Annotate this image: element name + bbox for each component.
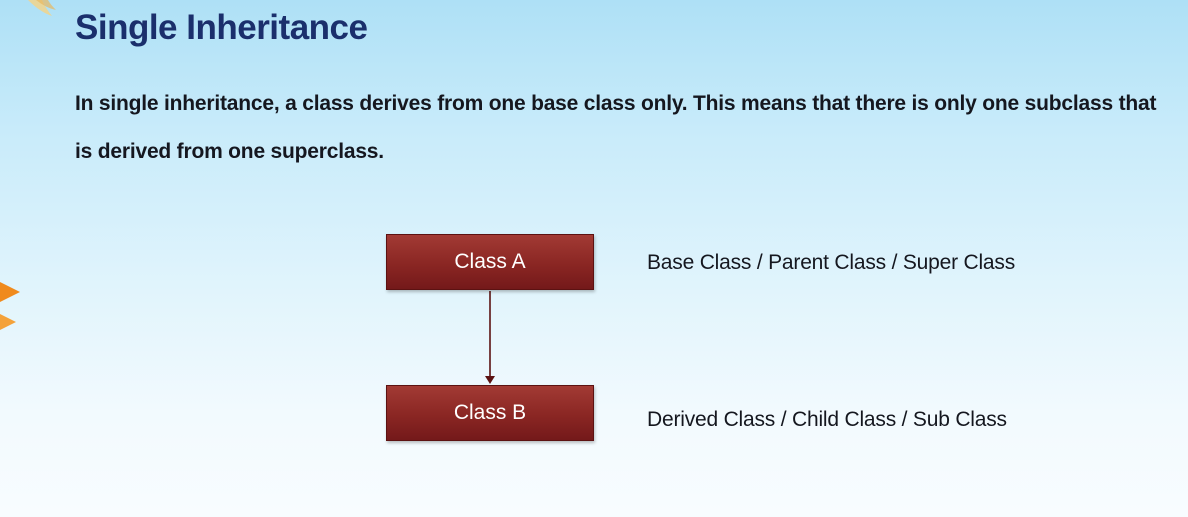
decorative-leaf-icon [28, 0, 56, 16]
class-a-label: Class A [454, 250, 526, 273]
class-a-description: Base Class / Parent Class / Super Class [647, 251, 1016, 274]
class-b-label: Class B [453, 401, 527, 424]
class-b-description: Derived Class / Child Class / Sub Class [647, 408, 1007, 431]
class-b-box: Class B [386, 385, 594, 441]
class-a-box: Class A [386, 234, 594, 290]
slide-description: In single inheritance, a class derives f… [75, 92, 1157, 163]
decorative-star-icon [0, 282, 20, 330]
slide-title: Single Inheritance [75, 8, 368, 47]
